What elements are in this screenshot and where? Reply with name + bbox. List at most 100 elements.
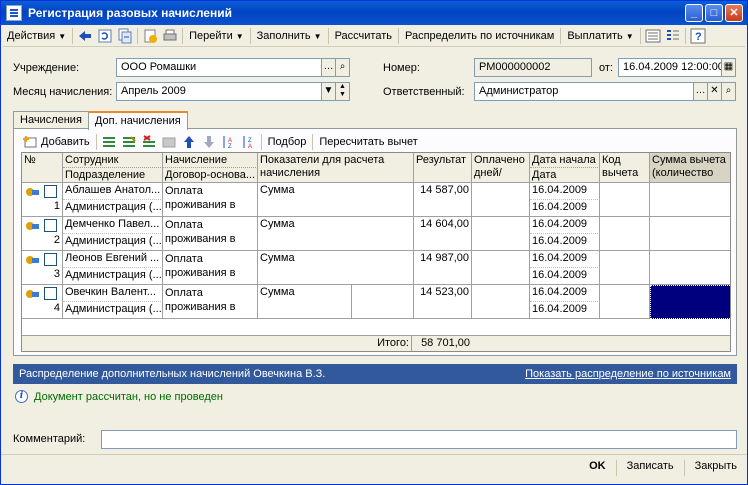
date-end-cell[interactable]: 16.04.2009 <box>530 234 600 251</box>
result-cell[interactable]: 14 523,00 <box>414 285 472 319</box>
header-date-start[interactable]: Дата начала <box>530 153 600 168</box>
accrual-cell[interactable]: Оплата проживания в <box>163 183 258 217</box>
row-marker-cell[interactable]: 2 <box>22 217 63 251</box>
indicator-cell[interactable]: Сумма <box>258 251 414 285</box>
result-cell[interactable]: 14 604,00 <box>414 217 472 251</box>
search-icon[interactable]: ⌕ <box>722 82 736 101</box>
responsible-field[interactable]: Администратор <box>474 82 694 101</box>
maximize-button[interactable]: □ <box>705 4 723 22</box>
fill-menu[interactable]: Заполнить ▼ <box>253 26 326 46</box>
deduction-code-cell[interactable] <box>600 183 650 217</box>
select-button[interactable]: Подбор <box>264 132 311 152</box>
goto-menu[interactable]: Перейти ▼ <box>185 26 248 46</box>
tab-accruals[interactable]: Начисления <box>13 111 89 129</box>
tab-additional-accruals[interactable]: Доп. начисления <box>87 111 188 130</box>
row-checkbox[interactable] <box>44 253 57 266</box>
row-checkbox[interactable] <box>44 219 57 232</box>
employee-cell[interactable]: Аблашев Анатол... <box>63 183 163 200</box>
comment-field[interactable] <box>101 430 737 449</box>
header-date-end[interactable]: Дата оконч... <box>530 168 600 183</box>
deduction-sum-cell[interactable] <box>650 285 730 319</box>
employee-cell[interactable]: Овечкин Валент... <box>63 285 163 302</box>
indicator-cell[interactable]: Сумма <box>258 183 414 217</box>
copy-document-icon[interactable] <box>115 26 135 46</box>
department-cell[interactable]: Администрация (... <box>63 302 163 319</box>
close-button[interactable]: Закрыть <box>689 458 743 478</box>
header-department[interactable]: Подразделение <box>63 168 163 183</box>
date-field[interactable]: 16.04.2009 12:00:00 <box>618 58 722 77</box>
employee-cell[interactable]: Леонов Евгений ... <box>63 251 163 268</box>
paid-days-cell[interactable] <box>472 217 530 251</box>
result-cell[interactable]: 14 587,00 <box>414 183 472 217</box>
close-window-button[interactable]: ✕ <box>725 4 743 22</box>
paid-days-cell[interactable] <box>472 251 530 285</box>
empty-row[interactable] <box>22 319 730 333</box>
deduction-sum-cell[interactable] <box>650 183 730 217</box>
clear-icon[interactable]: ✕ <box>708 82 722 101</box>
accruals-table[interactable]: № Сотрудник Подразделение Начисление Дог… <box>21 152 731 352</box>
sort-desc-icon[interactable]: ZA <box>239 132 259 152</box>
add-row-button[interactable]: Добавить <box>20 132 94 152</box>
number-field[interactable]: РМ000000002 <box>474 58 592 77</box>
date-start-cell[interactable]: 16.04.2009 <box>530 183 600 200</box>
date-end-cell[interactable]: 16.04.2009 <box>530 268 600 285</box>
actions-menu[interactable]: Действия ▼ <box>3 26 70 46</box>
date-start-cell[interactable]: 16.04.2009 <box>530 217 600 234</box>
indicator-cell[interactable]: Сумма <box>258 285 352 319</box>
show-distribution-link[interactable]: Показать распределение по источникам <box>525 368 731 380</box>
accrual-cell[interactable]: Оплата проживания в <box>163 217 258 251</box>
dropdown-arrow-icon[interactable]: ▼ <box>322 82 336 101</box>
accrual-cell[interactable]: Оплата проживания в <box>163 285 258 319</box>
employee-cell[interactable]: Демченко Павел... <box>63 217 163 234</box>
minimize-button[interactable]: _ <box>685 4 703 22</box>
edit-row-icon[interactable] <box>119 132 139 152</box>
spin-icon[interactable]: ▲ ▼ <box>336 82 350 101</box>
title-bar[interactable]: Регистрация разовых начислений _ □ ✕ <box>1 1 747 25</box>
row-marker-cell[interactable]: 3 <box>22 251 63 285</box>
deduction-sum-cell[interactable] <box>650 217 730 251</box>
department-cell[interactable]: Администрация (... <box>63 234 163 251</box>
header-result[interactable]: Результат <box>414 153 472 183</box>
help-icon[interactable]: ? <box>688 26 708 46</box>
header-indicators[interactable]: Показатели для расчета начисления <box>258 153 414 183</box>
select-dots-button[interactable]: … <box>694 82 708 101</box>
row-checkbox[interactable] <box>44 287 57 300</box>
delete-row-icon[interactable] <box>139 132 159 152</box>
result-cell[interactable]: 14 987,00 <box>414 251 472 285</box>
calculate-button[interactable]: Рассчитать <box>331 26 396 46</box>
save-button[interactable]: Записать <box>621 458 680 478</box>
calendar-icon[interactable]: ▦ <box>722 58 736 77</box>
header-paid-days[interactable]: Оплачено дней/час... <box>472 153 530 183</box>
move-up-icon[interactable] <box>179 132 199 152</box>
print-icon[interactable] <box>160 26 180 46</box>
accrual-cell[interactable]: Оплата проживания в <box>163 251 258 285</box>
deduction-code-cell[interactable] <box>600 251 650 285</box>
recalc-deduction-button[interactable]: Пересчитать вычет <box>315 132 421 152</box>
ok-button[interactable]: OK <box>583 458 612 478</box>
header-deduction-sum[interactable]: Сумма вычета (количество <box>650 153 730 183</box>
deduction-sum-cell[interactable] <box>650 251 730 285</box>
post-document-icon[interactable] <box>140 26 160 46</box>
paid-days-cell[interactable] <box>472 183 530 217</box>
deduction-code-cell[interactable] <box>600 285 650 319</box>
end-edit-icon[interactable] <box>159 132 179 152</box>
header-employee[interactable]: Сотрудник <box>63 153 163 168</box>
header-deduction-code[interactable]: Код вычета <box>600 153 650 183</box>
select-dots-button[interactable]: … <box>322 58 336 77</box>
search-icon[interactable]: ⌕ <box>336 58 350 77</box>
row-marker-cell[interactable]: 4 <box>22 285 63 319</box>
date-start-cell[interactable]: 16.04.2009 <box>530 285 600 302</box>
distribute-button[interactable]: Распределить по источникам <box>401 26 558 46</box>
month-field[interactable]: Апрель 2009 <box>116 82 322 101</box>
pay-menu[interactable]: Выплатить ▼ <box>563 26 637 46</box>
indicator-value-cell[interactable] <box>352 285 414 319</box>
row-checkbox[interactable] <box>44 185 57 198</box>
date-start-cell[interactable]: 16.04.2009 <box>530 251 600 268</box>
org-field[interactable]: ООО Ромашки <box>116 58 322 77</box>
row-marker-cell[interactable]: 1 <box>22 183 63 217</box>
sort-asc-icon[interactable]: AZ <box>219 132 239 152</box>
paid-days-cell[interactable] <box>472 285 530 319</box>
date-end-cell[interactable]: 16.04.2009 <box>530 302 600 319</box>
header-accrual[interactable]: Начисление <box>163 153 258 168</box>
copy-row-icon[interactable] <box>99 132 119 152</box>
